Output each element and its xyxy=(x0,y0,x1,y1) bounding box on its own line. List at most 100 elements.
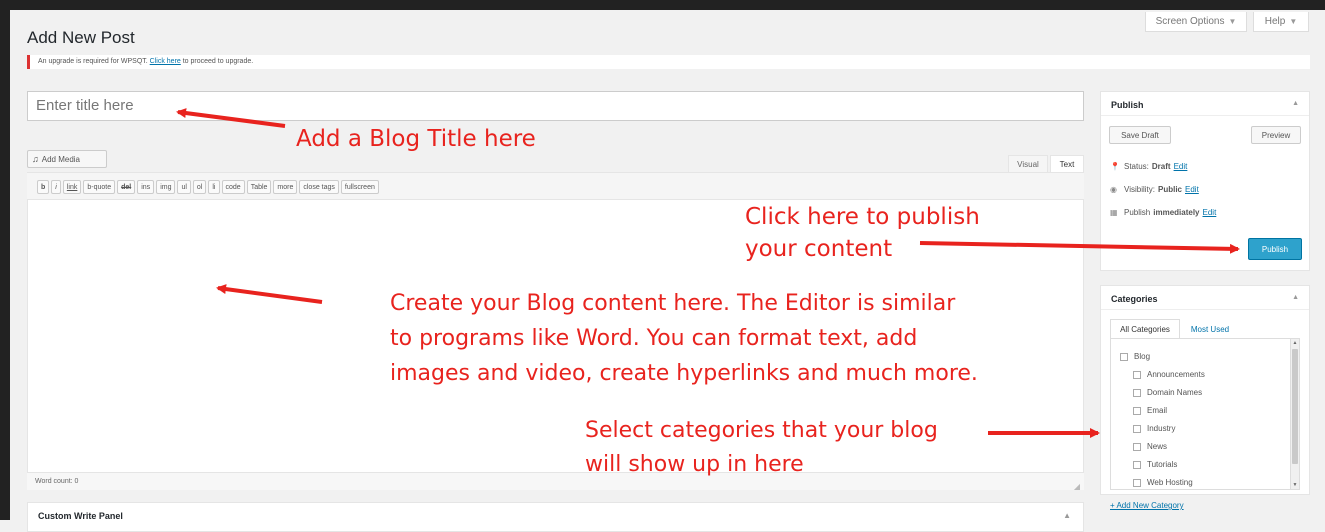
word-count: Word count: 0 xyxy=(35,478,79,485)
quicktag-code[interactable]: code xyxy=(221,180,245,194)
tab-all-categories[interactable]: All Categories xyxy=(1110,319,1180,339)
visibility-row: ◉ Visibility: Public Edit xyxy=(1110,185,1199,194)
quicktags-toolbar: b i link b-quote del ins img ul ol li co… xyxy=(27,173,1084,200)
category-label: Announcements xyxy=(1147,370,1205,379)
category-label: Tutorials xyxy=(1147,460,1178,469)
quicktag-ol[interactable]: ol xyxy=(192,180,207,194)
category-label: Blog xyxy=(1134,352,1151,361)
category-item-announcements[interactable]: Announcements xyxy=(1133,370,1205,379)
category-label: News xyxy=(1147,442,1168,451)
annotation-category-hint-2: will show up in here xyxy=(585,452,804,477)
upgrade-notice: An upgrade is required for WPSQT. Click … xyxy=(27,55,1310,69)
annotation-publish-hint-2: your content xyxy=(745,236,893,262)
visibility-label: Visibility: xyxy=(1124,185,1155,194)
preview-button[interactable]: Preview xyxy=(1251,126,1301,144)
tab-visual[interactable]: Visual xyxy=(1008,155,1048,173)
publish-box-header[interactable]: Publish ▲ xyxy=(1101,92,1309,116)
custom-write-panel[interactable]: Custom Write Panel ▲ xyxy=(27,502,1084,532)
quicktag-ul[interactable]: ul xyxy=(177,180,191,194)
category-label: Web Hosting xyxy=(1147,478,1193,487)
scroll-up-arrow-icon[interactable]: ▲ xyxy=(1291,339,1299,347)
help-tab[interactable]: Help ▼ xyxy=(1253,12,1309,32)
category-label: Email xyxy=(1147,406,1168,415)
status-value: Draft xyxy=(1151,162,1171,171)
tab-most-used[interactable]: Most Used xyxy=(1182,319,1238,339)
quicktag-table[interactable]: Table xyxy=(246,180,272,194)
admin-side-bar xyxy=(0,0,10,520)
word-count-bar: Word count: 0 ◢ xyxy=(27,472,1084,491)
category-checkbox[interactable] xyxy=(1133,370,1141,379)
notice-text-after: to proceed to upgrade. xyxy=(180,58,254,65)
quicktag-img[interactable]: img xyxy=(156,180,176,194)
quicktag-i[interactable]: i xyxy=(51,180,61,194)
page-title: Add New Post xyxy=(27,28,135,47)
status-edit-link[interactable]: Edit xyxy=(1174,162,1188,171)
caret-down-icon: ▼ xyxy=(1228,17,1237,26)
categories-box-header[interactable]: Categories ▲ xyxy=(1101,286,1309,310)
add-new-category-link[interactable]: + Add New Category xyxy=(1110,501,1184,510)
screen-options-label: Screen Options xyxy=(1155,16,1225,27)
media-icon: ♫ xyxy=(32,154,39,164)
admin-top-bar xyxy=(0,0,1325,10)
schedule-edit-link[interactable]: Edit xyxy=(1203,208,1217,217)
quicktag-fullscreen[interactable]: fullscreen xyxy=(340,180,379,194)
upgrade-link[interactable]: Click here xyxy=(150,58,181,65)
category-checkbox[interactable] xyxy=(1120,352,1128,361)
schedule-label: Publish xyxy=(1124,208,1151,217)
category-item-news[interactable]: News xyxy=(1133,442,1167,451)
quicktag-link[interactable]: link xyxy=(62,180,82,194)
scroll-down-arrow-icon[interactable]: ▼ xyxy=(1291,481,1299,489)
caret-up-icon[interactable]: ▲ xyxy=(1292,100,1299,107)
caret-down-icon: ▼ xyxy=(1289,17,1298,26)
help-label: Help xyxy=(1264,16,1286,27)
caret-up-icon[interactable]: ▲ xyxy=(1063,511,1071,520)
publish-button[interactable]: Publish xyxy=(1248,238,1302,260)
category-item-web-hosting[interactable]: Web Hosting xyxy=(1133,478,1193,487)
status-row: 📍 Status: Draft Edit xyxy=(1110,162,1187,171)
post-title-input[interactable]: Enter title here xyxy=(27,91,1084,121)
scroll-thumb[interactable] xyxy=(1292,349,1298,464)
categories-box-title: Categories xyxy=(1111,294,1158,304)
annotation-content-hint-1: Create your Blog content here. The Edito… xyxy=(390,291,956,316)
annotation-publish-hint-1: Click here to publish xyxy=(745,204,980,230)
category-label: Domain Names xyxy=(1147,388,1203,397)
resize-handle-icon[interactable]: ◢ xyxy=(1074,478,1080,495)
visibility-edit-link[interactable]: Edit xyxy=(1185,185,1199,194)
visibility-value: Public xyxy=(1157,185,1182,194)
category-checkbox[interactable] xyxy=(1133,460,1141,469)
schedule-row: ▦ Publish immediately Edit xyxy=(1110,208,1216,217)
add-media-label: Add Media xyxy=(41,154,80,164)
annotation-title-hint: Add a Blog Title here xyxy=(296,126,536,152)
category-label: Industry xyxy=(1147,424,1176,433)
annotation-content-hint-3: images and video, create hyperlinks and … xyxy=(390,361,978,386)
annotation-content-hint-2: to programs like Word. You can format te… xyxy=(390,326,918,351)
quicktag-b[interactable]: b xyxy=(37,180,50,194)
category-item-industry[interactable]: Industry xyxy=(1133,424,1175,433)
quicktag-close-tags[interactable]: close tags xyxy=(299,180,339,194)
save-draft-button[interactable]: Save Draft xyxy=(1109,126,1171,144)
caret-up-icon[interactable]: ▲ xyxy=(1292,294,1299,301)
category-checkbox[interactable] xyxy=(1133,424,1141,433)
notice-text-before: An upgrade is required for WPSQT. xyxy=(38,58,150,65)
category-item-blog[interactable]: Blog xyxy=(1120,352,1150,361)
schedule-value: immediately xyxy=(1153,208,1200,217)
category-checkbox[interactable] xyxy=(1133,406,1141,415)
quicktag-li[interactable]: li xyxy=(208,180,220,194)
add-media-button[interactable]: ♫ Add Media xyxy=(27,150,107,168)
screen-options-tab[interactable]: Screen Options ▼ xyxy=(1145,12,1247,32)
quicktag-ins[interactable]: ins xyxy=(137,180,155,194)
quicktag-b-quote[interactable]: b-quote xyxy=(83,180,116,194)
tab-text[interactable]: Text xyxy=(1050,155,1084,173)
status-label: Status: xyxy=(1124,162,1149,171)
category-item-domain-names[interactable]: Domain Names xyxy=(1133,388,1202,397)
category-checkbox[interactable] xyxy=(1133,442,1141,451)
category-checkbox[interactable] xyxy=(1133,478,1141,487)
category-item-tutorials[interactable]: Tutorials xyxy=(1133,460,1177,469)
publish-box-title: Publish xyxy=(1111,100,1144,110)
eye-icon: ◉ xyxy=(1110,185,1117,194)
category-scrollbar[interactable]: ▲ ▼ xyxy=(1290,339,1299,489)
quicktag-more[interactable]: more xyxy=(273,180,298,194)
quicktag-del[interactable]: del xyxy=(117,180,136,194)
category-item-email[interactable]: Email xyxy=(1133,406,1167,415)
category-checkbox[interactable] xyxy=(1133,388,1141,397)
